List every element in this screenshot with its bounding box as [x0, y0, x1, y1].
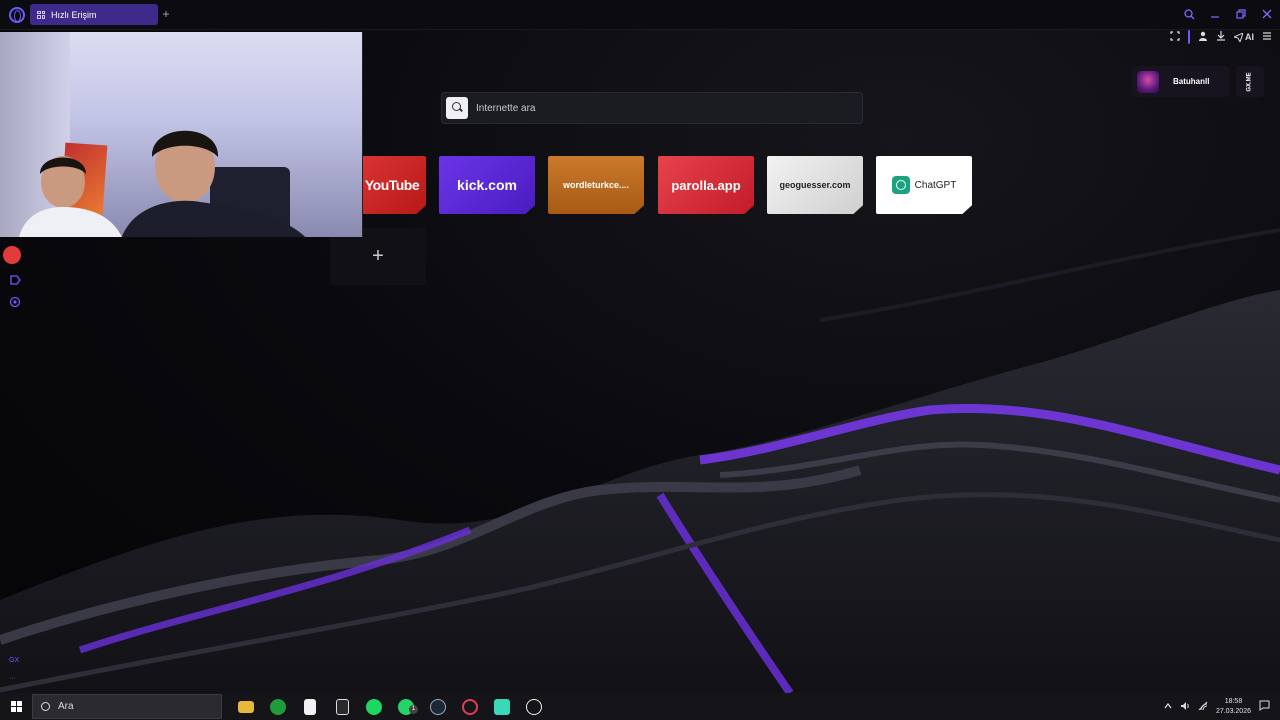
search-tabs-icon[interactable]: [1182, 6, 1196, 22]
whatsapp-icon[interactable]: 1: [390, 693, 422, 720]
speed-dial-wordleturkce[interactable]: wordleturkce....: [548, 156, 644, 214]
new-tab-button[interactable]: +: [160, 8, 172, 20]
close-icon[interactable]: [1260, 6, 1274, 22]
webcam-overlay: [0, 32, 363, 237]
speed-dial-label: ChatGPT: [914, 179, 957, 191]
opera-gx-icon[interactable]: [454, 693, 486, 720]
aria-ai-button[interactable]: AI: [1234, 32, 1254, 42]
speed-dial-kick[interactable]: kick.com: [439, 156, 535, 214]
speed-dial-geoguesser[interactable]: geoguesser.com: [767, 156, 863, 214]
speed-dial-label: parolla.app: [671, 177, 741, 193]
tab-quick-access[interactable]: Hızlı Erişim: [30, 4, 158, 25]
steam-icon[interactable]: [422, 693, 454, 720]
speed-dial-label: kick.com: [457, 177, 517, 193]
taskbar-search-placeholder: Ara: [58, 701, 74, 712]
snapshot-icon[interactable]: [1170, 31, 1180, 43]
account-icon[interactable]: [1198, 31, 1208, 43]
file-explorer-icon[interactable]: [230, 693, 262, 720]
profile-name: Batuhanll: [1173, 77, 1210, 86]
webcam-person-left: [19, 156, 122, 237]
speed-dial-chatgpt[interactable]: ChatGPT: [876, 156, 972, 214]
minimize-icon[interactable]: [1208, 6, 1222, 22]
search-bar: [441, 92, 863, 124]
gx-profile-card[interactable]: Batuhanll: [1132, 66, 1229, 97]
gx-label[interactable]: GX: [9, 657, 19, 664]
start-button[interactable]: [0, 693, 32, 720]
xbox-icon[interactable]: [262, 693, 294, 720]
download-icon[interactable]: [1216, 31, 1226, 43]
chevron-up-icon[interactable]: [1164, 702, 1172, 712]
menu-icon[interactable]: [1262, 31, 1272, 43]
sidebar-more-button[interactable]: ···: [9, 675, 16, 682]
clock-time: 18:58: [1224, 697, 1243, 705]
app-circle-icon[interactable]: [518, 693, 550, 720]
notification-icon[interactable]: [1259, 700, 1270, 713]
opera-gx-logo-icon[interactable]: [9, 7, 25, 23]
taskbar-search[interactable]: Ara: [32, 694, 222, 719]
system-tray: 18:58 27.03.2026: [1164, 693, 1280, 720]
tab-label: Hızlı Erişim: [51, 9, 97, 20]
webcam-person-right: [121, 130, 306, 237]
notepad-icon[interactable]: [294, 693, 326, 720]
volume-icon[interactable]: [1180, 701, 1190, 713]
search-icon: [41, 702, 50, 711]
sidebar: GX ···: [0, 237, 33, 693]
gx-me-label: GX.ME: [1247, 71, 1253, 92]
clock[interactable]: 18:58 27.03.2026: [1216, 697, 1251, 717]
browser-titlebar: Hızlı Erişim +: [0, 0, 1280, 30]
windows-taskbar: Ara 1 18:58 27.03.2026: [0, 693, 1280, 720]
settings-icon[interactable]: [9, 295, 23, 309]
opera-sidebar-icon[interactable]: [3, 246, 21, 264]
browser-toolbar: AI: [1170, 30, 1272, 44]
ai-label: AI: [1245, 32, 1254, 42]
search-input[interactable]: [476, 102, 836, 114]
send-icon: [1234, 32, 1243, 42]
epic-games-icon[interactable]: [326, 693, 358, 720]
wifi-icon[interactable]: [1198, 701, 1208, 713]
toolbar-separator: [1188, 30, 1190, 44]
avatar: [1137, 70, 1159, 93]
clock-date: 27.03.2026: [1215, 707, 1251, 715]
bookmark-icon[interactable]: [9, 273, 23, 287]
whatsapp-badge: 1: [409, 705, 418, 714]
speed-dial-parolla[interactable]: parolla.app: [658, 156, 754, 214]
chatgpt-logo-icon: [891, 176, 910, 194]
windows-logo-icon: [10, 701, 22, 712]
restore-icon[interactable]: [1234, 6, 1248, 22]
grid-icon: [37, 10, 45, 19]
gx-me-button[interactable]: GX.ME: [1236, 66, 1264, 97]
speed-dial-label: geoguesser.com: [779, 180, 851, 190]
speed-dial-label: wordleturkce....: [562, 180, 630, 190]
app-green-icon[interactable]: [486, 693, 518, 720]
spotify-icon[interactable]: [358, 693, 390, 720]
speed-dial-label: YouTube: [364, 177, 420, 193]
search-icon[interactable]: [446, 97, 468, 119]
